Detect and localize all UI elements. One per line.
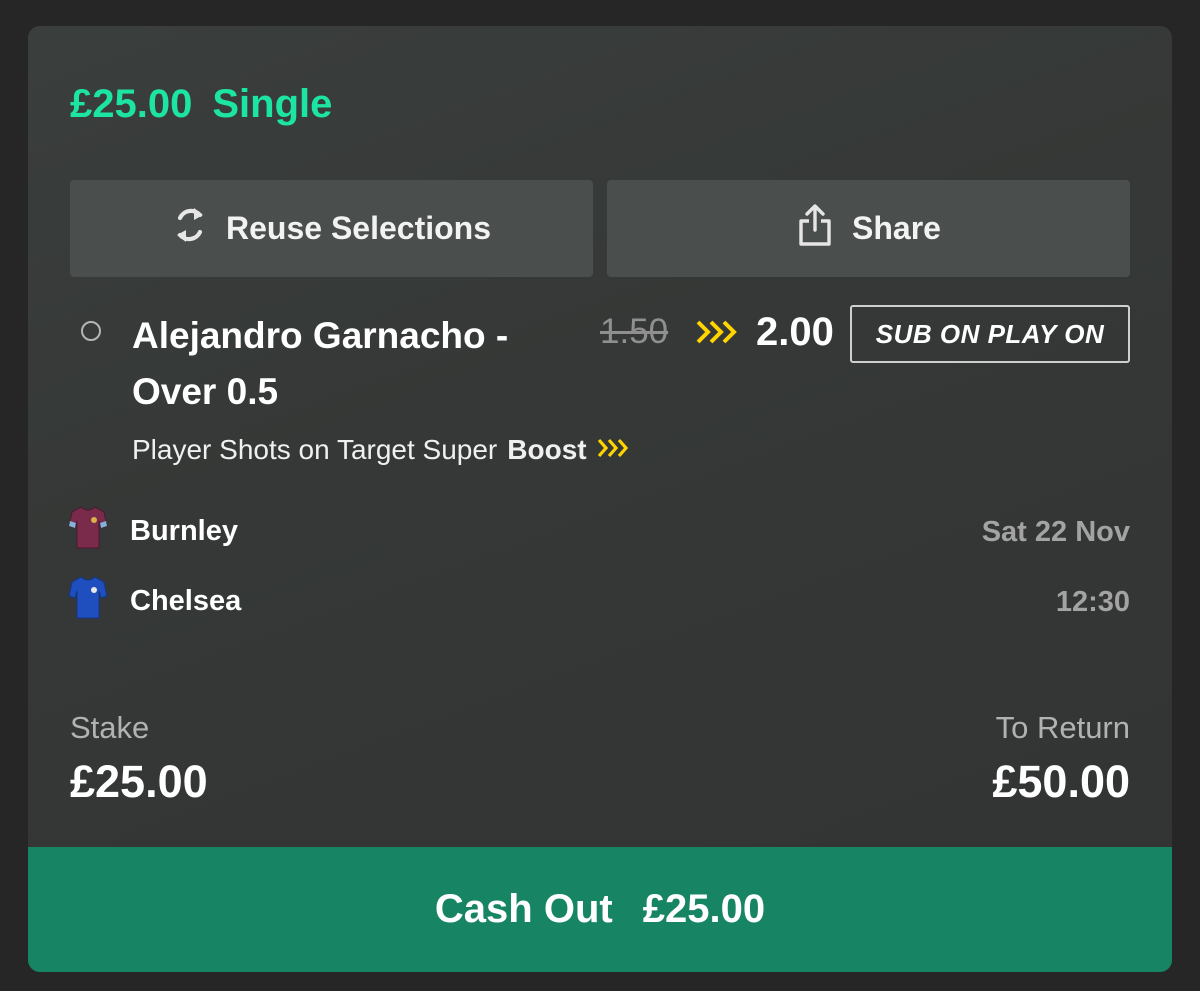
home-kit-icon xyxy=(68,504,130,558)
bet-card: £25.00 Single Reuse Selections Share Alej… xyxy=(28,26,1172,972)
away-team: Chelsea xyxy=(68,574,241,628)
bet-stake-amount: £25.00 xyxy=(70,82,193,126)
selection-status-icon xyxy=(81,321,101,341)
home-team-name: Burnley xyxy=(130,514,238,547)
away-kit-icon xyxy=(68,574,130,628)
share-label: Share xyxy=(852,210,941,246)
reuse-selections-button[interactable]: Reuse Selections xyxy=(70,180,593,277)
cash-out-amount: £25.00 xyxy=(642,887,766,931)
home-team: Burnley xyxy=(68,504,238,558)
stake-value: £25.00 xyxy=(70,756,208,807)
share-button[interactable]: Share xyxy=(607,180,1130,277)
to-return-value: £50.00 xyxy=(992,756,1130,807)
to-return-label: To Return xyxy=(995,710,1130,745)
market-description: Player Shots on Target Super Boost xyxy=(132,434,629,466)
bet-type: Single xyxy=(212,82,333,126)
event-time: 12:30 xyxy=(1055,586,1130,618)
bet-header: £25.00 Single xyxy=(70,82,332,127)
cash-out-label: Cash Out xyxy=(434,887,613,931)
refresh-icon xyxy=(172,205,226,253)
event-date: Sat 22 Nov xyxy=(981,516,1130,548)
sub-on-play-on-badge: SUB ON PLAY ON xyxy=(850,305,1130,363)
reuse-selections-label: Reuse Selections xyxy=(226,210,491,246)
away-team-name: Chelsea xyxy=(130,584,242,617)
stake-label: Stake xyxy=(70,710,150,745)
boost-arrows-icon xyxy=(696,318,740,351)
cash-out-button[interactable]: Cash Out £25.00 xyxy=(28,847,1172,972)
boost-label: Boost xyxy=(507,434,587,465)
share-icon xyxy=(796,203,852,255)
original-odds: 1.50 xyxy=(600,312,669,351)
market-name: Player Shots on Target Super xyxy=(132,434,498,465)
boosted-odds: 2.00 xyxy=(756,310,834,354)
boost-small-arrows-icon xyxy=(587,434,629,466)
selection-name: Alejandro Garnacho - Over 0.5 xyxy=(132,315,509,412)
